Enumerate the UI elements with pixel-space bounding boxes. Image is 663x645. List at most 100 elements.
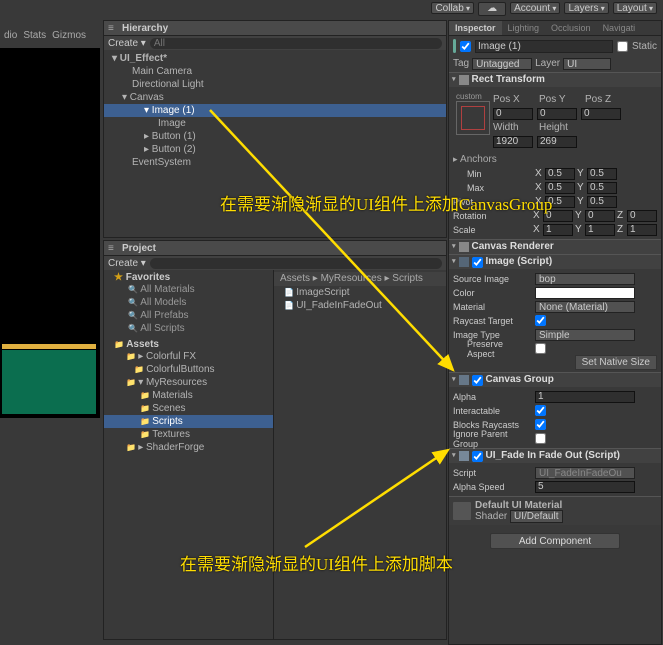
tag-label: Tag bbox=[453, 58, 469, 70]
shader-dropdown[interactable]: UI/Default bbox=[510, 510, 562, 523]
cg-alpha[interactable] bbox=[535, 391, 635, 403]
image-icon bbox=[459, 257, 469, 267]
file-item[interactable]: UI_FadeInFadeOut bbox=[274, 299, 446, 312]
image-enable[interactable] bbox=[472, 257, 483, 268]
cg-ignore[interactable] bbox=[535, 433, 546, 444]
preserve-check[interactable] bbox=[535, 343, 546, 354]
rot-y[interactable] bbox=[585, 210, 615, 222]
game-view bbox=[0, 48, 100, 418]
pos-y[interactable] bbox=[537, 108, 577, 120]
source-image[interactable]: bop bbox=[535, 273, 635, 285]
pivot-x[interactable] bbox=[545, 196, 575, 208]
folder-item[interactable]: ▸ ShaderForge bbox=[104, 441, 273, 454]
material-slot[interactable]: Default UI Material Shader UI/Default bbox=[449, 496, 661, 525]
favorites-header[interactable]: Favorites bbox=[104, 272, 273, 283]
cloud-button[interactable]: ☁ bbox=[478, 2, 506, 16]
inspector-tab[interactable]: Inspector bbox=[449, 21, 502, 35]
favorite-item[interactable]: All Models bbox=[104, 296, 273, 309]
hierarchy-item[interactable]: ▾ Canvas bbox=[104, 91, 446, 104]
static-check[interactable] bbox=[617, 41, 628, 52]
hierarchy-item[interactable]: Directional Light bbox=[104, 78, 446, 91]
account-button[interactable]: Account bbox=[510, 2, 560, 14]
inspector-tab[interactable]: Navigati bbox=[597, 21, 642, 35]
anchor-max-y[interactable] bbox=[587, 182, 617, 194]
folder-item[interactable]: Materials bbox=[104, 389, 273, 402]
assets-header[interactable]: Assets bbox=[104, 339, 273, 350]
anchor-min-y[interactable] bbox=[587, 168, 617, 180]
material-preview bbox=[453, 502, 471, 520]
hierarchy-search[interactable] bbox=[150, 38, 442, 49]
favorite-item[interactable]: All Materials bbox=[104, 283, 273, 296]
cg-icon bbox=[459, 375, 469, 385]
collab-button[interactable]: Collab bbox=[431, 2, 474, 14]
hierarchy-tab[interactable]: Hierarchy bbox=[104, 21, 446, 36]
game-tab-stub: dioStatsGizmos bbox=[0, 30, 100, 44]
hierarchy-item[interactable]: Image bbox=[104, 117, 446, 130]
cg-enable[interactable] bbox=[472, 375, 483, 386]
anchor-max-x[interactable] bbox=[545, 182, 575, 194]
folder-item[interactable]: Scripts bbox=[104, 415, 273, 428]
hierarchy-item[interactable]: ▾ Image (1) bbox=[104, 104, 446, 117]
add-component-button[interactable]: Add Component bbox=[490, 533, 620, 549]
layout-button[interactable]: Layout bbox=[613, 2, 657, 14]
folder-item[interactable]: ▾ MyResources bbox=[104, 376, 273, 389]
rect-transform-header[interactable]: Rect Transform bbox=[449, 73, 661, 87]
color-field[interactable] bbox=[535, 287, 635, 299]
layers-button[interactable]: Layers bbox=[564, 2, 608, 14]
project-search[interactable] bbox=[150, 258, 442, 269]
script-ref[interactable]: UI_FadeInFadeOu bbox=[535, 467, 635, 479]
material-field[interactable]: None (Material) bbox=[535, 301, 635, 313]
hierarchy-item[interactable]: ▸ Button (2) bbox=[104, 143, 446, 156]
anchor-preset[interactable] bbox=[456, 101, 490, 135]
scale-y[interactable] bbox=[585, 224, 615, 236]
hierarchy-item[interactable]: Main Camera bbox=[104, 65, 446, 78]
inspector-tab[interactable]: Lighting bbox=[502, 21, 546, 35]
folder-item[interactable]: Scenes bbox=[104, 402, 273, 415]
hierarchy-item[interactable]: EventSystem bbox=[104, 156, 446, 169]
pos-x[interactable] bbox=[493, 108, 533, 120]
project-panel: Project Create ▾ Favorites All Materials… bbox=[103, 240, 447, 640]
scale-x[interactable] bbox=[543, 224, 573, 236]
rot-x[interactable] bbox=[543, 210, 573, 222]
folder-item[interactable]: ▸ Colorful FX bbox=[104, 350, 273, 363]
project-create[interactable]: Create ▾ bbox=[108, 258, 146, 269]
script-icon bbox=[459, 451, 469, 461]
gameobject-icon bbox=[453, 39, 456, 53]
project-breadcrumb: Assets ▸ MyResources ▸ Scripts bbox=[274, 272, 446, 286]
image-header[interactable]: Image (Script) bbox=[449, 255, 661, 269]
canvasr-icon bbox=[459, 242, 469, 252]
cg-blocks[interactable] bbox=[535, 419, 546, 430]
project-tab[interactable]: Project bbox=[104, 241, 446, 256]
image-type[interactable]: Simple bbox=[535, 329, 635, 341]
cg-interactable[interactable] bbox=[535, 405, 546, 416]
folder-item[interactable]: Textures bbox=[104, 428, 273, 441]
file-item[interactable]: ImageScript bbox=[274, 286, 446, 299]
alpha-speed[interactable] bbox=[535, 481, 635, 493]
anchor-min-x[interactable] bbox=[545, 168, 575, 180]
gameobject-name[interactable] bbox=[475, 40, 613, 53]
tag-dropdown[interactable]: Untagged bbox=[472, 58, 532, 70]
width[interactable] bbox=[493, 136, 533, 148]
canvas-renderer-header[interactable]: Canvas Renderer bbox=[449, 240, 661, 254]
scale-z[interactable] bbox=[627, 224, 657, 236]
folder-item[interactable]: ColorfulButtons bbox=[104, 363, 273, 376]
inspector-tab[interactable]: Occlusion bbox=[545, 21, 597, 35]
hierarchy-item[interactable]: ▸ Button (1) bbox=[104, 130, 446, 143]
canvas-group-header[interactable]: Canvas Group bbox=[449, 373, 661, 387]
set-native-size[interactable]: Set Native Size bbox=[575, 355, 657, 370]
favorite-item[interactable]: All Prefabs bbox=[104, 309, 273, 322]
rect-icon bbox=[459, 75, 469, 85]
pivot-y[interactable] bbox=[587, 196, 617, 208]
fade-script-header[interactable]: UI_Fade In Fade Out (Script) bbox=[449, 449, 661, 463]
layer-dropdown[interactable]: UI bbox=[563, 58, 611, 70]
layer-label: Layer bbox=[535, 58, 560, 70]
fade-enable[interactable] bbox=[472, 451, 483, 462]
gameobject-active[interactable] bbox=[460, 41, 471, 52]
height[interactable] bbox=[537, 136, 577, 148]
raycast-check[interactable] bbox=[535, 315, 546, 326]
hierarchy-item[interactable]: ▾ UI_Effect* bbox=[104, 52, 446, 65]
favorite-item[interactable]: All Scripts bbox=[104, 322, 273, 335]
hierarchy-create[interactable]: Create ▾ bbox=[108, 38, 146, 49]
rot-z[interactable] bbox=[627, 210, 657, 222]
pos-z[interactable] bbox=[581, 108, 621, 120]
